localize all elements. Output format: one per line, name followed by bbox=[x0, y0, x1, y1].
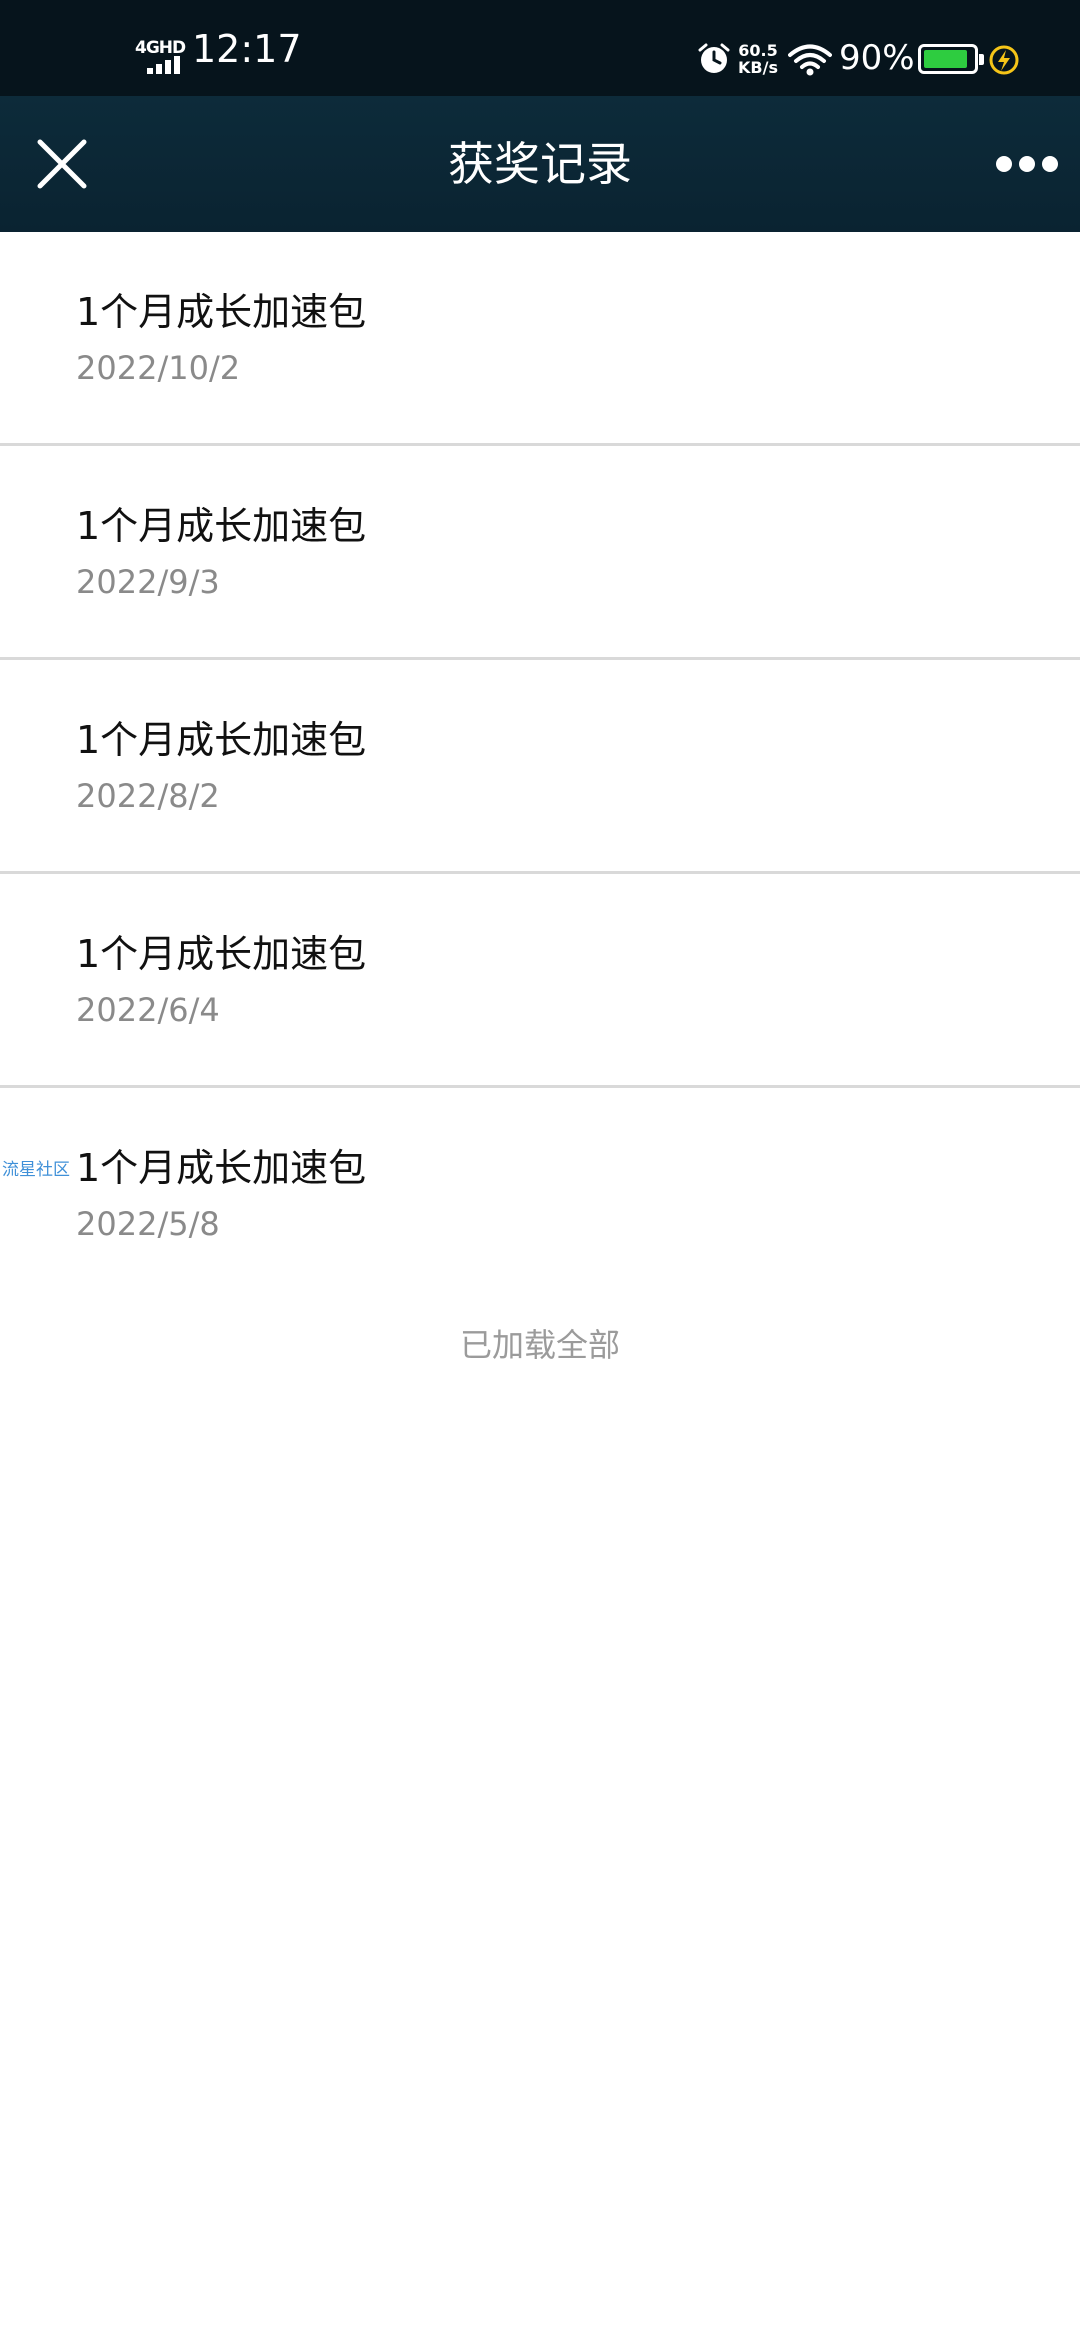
record-name: 1个月成长加速包 bbox=[76, 932, 367, 976]
status-bar: 4GHD 12:17 60.5 KB/s 90% bbox=[0, 0, 1080, 96]
list-item: 1个月成长加速包 2022/5/8 bbox=[0, 1088, 1080, 1302]
alarm-icon bbox=[698, 43, 730, 73]
wifi-icon bbox=[788, 44, 832, 76]
record-date: 2022/10/2 bbox=[76, 349, 241, 387]
record-date: 2022/8/2 bbox=[76, 777, 220, 815]
battery-icon bbox=[918, 44, 984, 74]
signal-icon: 4GHD bbox=[135, 38, 186, 74]
page-title: 获奖记录 bbox=[448, 137, 632, 191]
list-item: 1个月成长加速包 2022/9/3 bbox=[0, 446, 1080, 660]
record-date: 2022/5/8 bbox=[76, 1205, 220, 1243]
charging-icon bbox=[989, 45, 1019, 75]
network-speed: 60.5 KB/s bbox=[738, 41, 778, 77]
battery-fill bbox=[924, 50, 967, 68]
record-name: 1个月成长加速包 bbox=[76, 718, 367, 762]
network-type: 4GHD bbox=[135, 38, 186, 58]
top-navigation-bar: 获奖记录 bbox=[0, 96, 1080, 232]
record-date: 2022/6/4 bbox=[76, 991, 220, 1029]
record-name: 1个月成长加速包 bbox=[76, 290, 367, 334]
list-item: 1个月成长加速包 2022/6/4 bbox=[0, 874, 1080, 1088]
record-name: 1个月成长加速包 bbox=[76, 1146, 367, 1190]
battery-percent: 90% bbox=[839, 38, 915, 78]
more-icon[interactable] bbox=[996, 152, 1058, 176]
list-item: 1个月成长加速包 2022/10/2 bbox=[0, 232, 1080, 446]
list-item: 1个月成长加速包 2022/8/2 bbox=[0, 660, 1080, 874]
watermark-text: 流星社区 bbox=[2, 1160, 70, 1180]
record-date: 2022/9/3 bbox=[76, 563, 220, 601]
load-complete-text: 已加载全部 bbox=[459, 1326, 620, 1364]
status-time: 12:17 bbox=[192, 27, 302, 71]
award-record-list: 1个月成长加速包 2022/10/2 1个月成长加速包 2022/9/3 1个月… bbox=[0, 232, 1080, 1302]
record-name: 1个月成长加速包 bbox=[76, 504, 367, 548]
